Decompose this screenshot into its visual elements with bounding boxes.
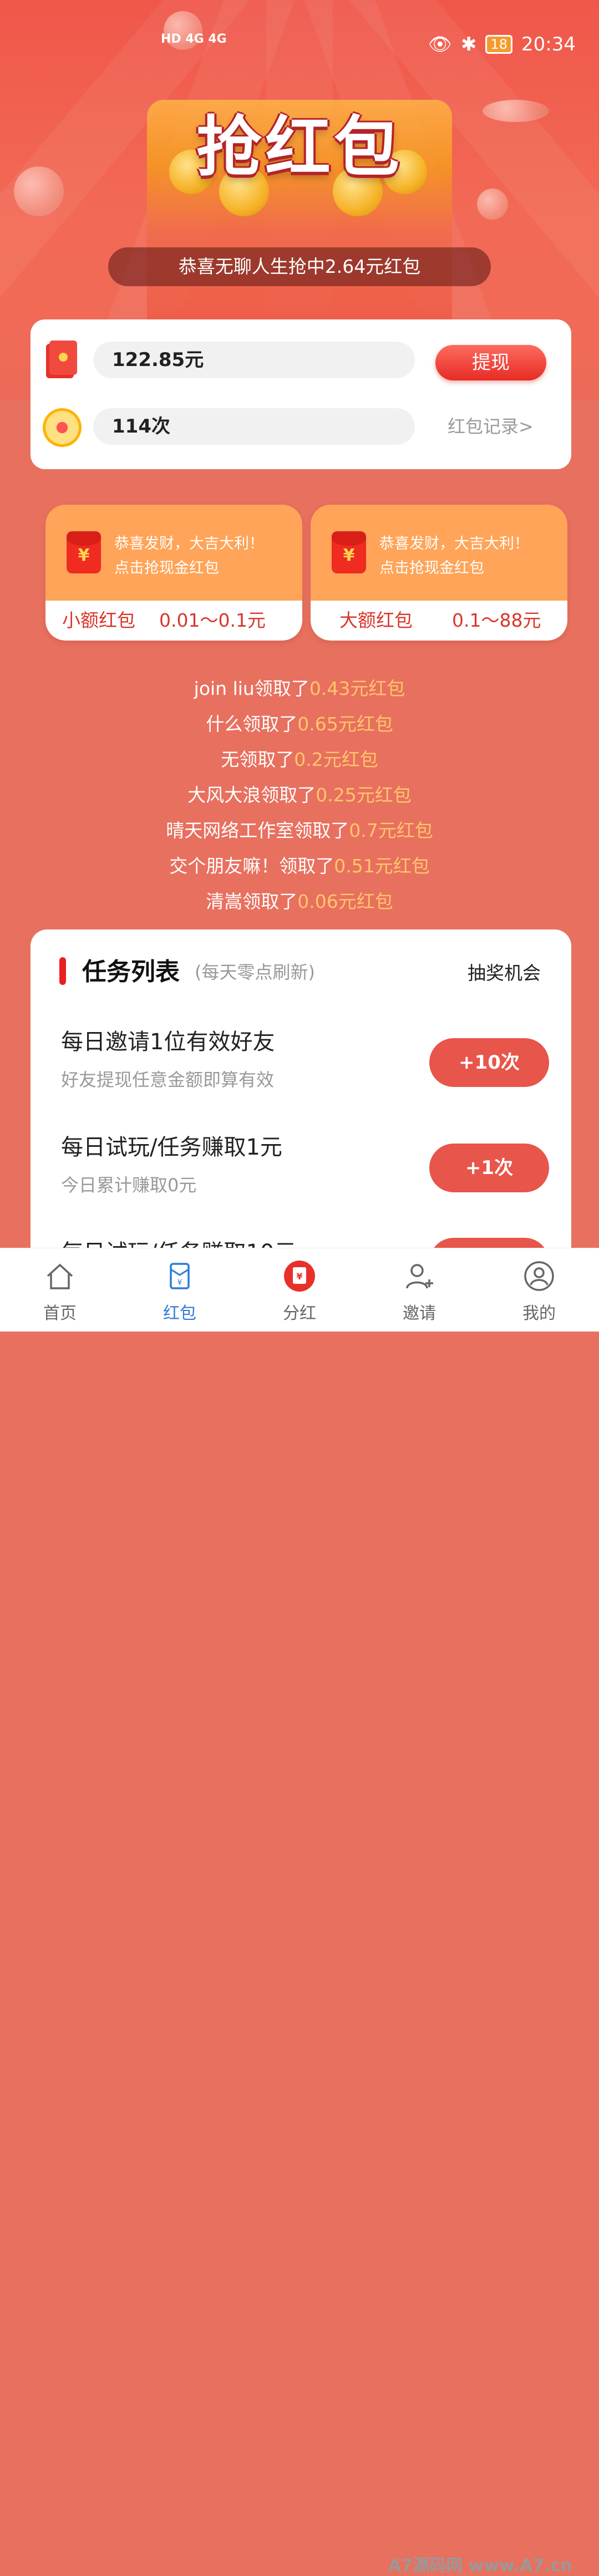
lucky-wheel-icon: [43, 408, 82, 447]
feed-item: join liu领取了0.43元红包: [0, 671, 599, 707]
packet-footer: 大额红包 0.1～88元: [311, 601, 567, 641]
hero-title-text: 抢红包: [196, 109, 403, 185]
task-desc: 今日累计赚取0元: [61, 1175, 197, 1196]
svg-text:¥: ¥: [177, 1278, 182, 1287]
task-list-title: 任务列表: [82, 958, 180, 986]
withdraw-button[interactable]: 提现: [435, 345, 546, 380]
winner-notice: 恭喜无聊人生抢中2.64元红包: [108, 247, 491, 286]
feed-user: 清嵩领取了: [206, 891, 298, 912]
packet-action: 点击抢现金红包: [379, 560, 484, 577]
task-list-card: 任务列表 (每天零点刷新) 抽奖机会 每日邀请1位有效好友 好友提现任意金额即算…: [31, 929, 571, 1262]
tab-label: 首页: [43, 1304, 77, 1323]
bluetooth-icon: ✱: [460, 33, 477, 55]
feed-amount: 0.25元红包: [316, 784, 412, 806]
packet-greeting: 恭喜发财，大吉大利！: [379, 535, 529, 552]
red-packet-icon: ¥: [170, 1263, 190, 1289]
tab-label: 红包: [163, 1304, 196, 1323]
packet-name: 大额红包: [339, 609, 413, 631]
feed-amount: 0.2元红包: [294, 749, 378, 770]
tab-dividend[interactable]: ¥ 分红: [240, 1248, 359, 1332]
packet-footer: 小额红包 0.01～0.1元: [45, 601, 302, 641]
task-title: 每日邀请1位有效好友: [61, 1029, 275, 1055]
eye-icon: 👁: [428, 33, 452, 55]
signal-indicator: HD 4G 4G: [161, 32, 227, 46]
decor-coin: [14, 166, 64, 216]
bottom-tab-bar: 首页 ¥ 红包 ¥ 分红 邀请 我的 A7源码网 www.A7.cn: [0, 1248, 599, 2575]
feed-amount: 0.43元红包: [309, 678, 405, 699]
status-right: 👁 ✱ 18 20:34: [428, 33, 576, 55]
feed-user: 交个朋友嘛！领取了: [169, 855, 334, 877]
task-reward-button[interactable]: +10次: [429, 1038, 549, 1087]
claim-feed: join liu领取了0.43元红包 什么领取了0.65元红包 无领取了0.2元…: [0, 671, 599, 919]
task-reward-button[interactable]: +1次: [429, 1144, 549, 1192]
lottery-chance-label: 抽奖机会: [468, 962, 541, 984]
task-title: 每日试玩/任务赚取1元: [61, 1135, 282, 1160]
packet-range: 0.1～88元: [452, 609, 541, 631]
tab-profile[interactable]: 我的: [479, 1248, 599, 1332]
feed-item: 清嵩领取了0.06元红包: [0, 884, 599, 919]
dividend-icon: ¥: [284, 1261, 315, 1292]
packet-action: 点击抢现金红包: [114, 560, 219, 577]
clock: 20:34: [521, 33, 576, 55]
task-item: 每日邀请1位有效好友 好友提现任意金额即算有效 +10次: [61, 1024, 549, 1101]
feed-amount: 0.7元红包: [349, 820, 433, 841]
decor-coin: [477, 189, 508, 220]
large-red-packet-card[interactable]: ¥ 恭喜发财，大吉大利！ 点击抢现金红包 大额红包 0.1～88元: [311, 505, 567, 641]
tab-home[interactable]: 首页: [0, 1248, 120, 1332]
red-envelope-icon: [46, 341, 77, 378]
battery-indicator: 18: [485, 35, 513, 54]
feed-user: 晴天网络工作室领取了: [166, 820, 349, 841]
tab-red-packet[interactable]: ¥ 红包: [120, 1248, 240, 1332]
feed-item: 交个朋友嘛！领取了0.51元红包: [0, 848, 599, 884]
status-bar: HD 4G 4G 👁 ✱ 18 20:34: [0, 0, 599, 55]
decor-coin: [483, 100, 549, 122]
feed-user: 大风大浪领取了: [187, 784, 316, 806]
tab-label: 分红: [283, 1304, 316, 1323]
red-packet-record-link[interactable]: 红包记录>: [448, 413, 534, 438]
home-icon: [47, 1263, 73, 1289]
feed-user: 什么领取了: [206, 713, 298, 735]
red-packet-icon: ¥: [332, 531, 366, 573]
feed-item: 无领取了0.2元红包: [0, 742, 599, 778]
section-accent-bar: [59, 957, 66, 985]
small-red-packet-card[interactable]: ¥ 恭喜发财，大吉大利！ 点击抢现金红包 小额红包 0.01～0.1元: [45, 505, 302, 641]
red-packet-icon: ¥: [67, 531, 101, 573]
tab-label: 我的: [522, 1304, 556, 1323]
watermark: A7源码网 www.A7.cn: [388, 2556, 572, 2575]
packet-range: 0.01～0.1元: [159, 609, 266, 631]
balance-card: 122.85元 提现 114次 红包记录>: [31, 319, 571, 469]
balance-amount: 122.85元: [93, 342, 415, 378]
task-item: 每日试玩/任务赚取1元 今日累计赚取0元 +1次: [61, 1129, 549, 1207]
tab-label: 邀请: [403, 1304, 436, 1323]
feed-item: 晴天网络工作室领取了0.7元红包: [0, 813, 599, 848]
tab-invite[interactable]: 邀请: [359, 1248, 479, 1332]
feed-user: join liu领取了: [194, 678, 309, 699]
profile-icon: [524, 1261, 554, 1291]
invite-icon: [406, 1264, 433, 1289]
feed-amount: 0.51元红包: [334, 855, 430, 877]
svg-text:¥: ¥: [296, 1271, 302, 1282]
feed-amount: 0.65元红包: [297, 713, 393, 735]
packet-name: 小额红包: [62, 609, 135, 631]
hero-title: 抢红包: [172, 105, 427, 189]
packet-greeting: 恭喜发财，大吉大利！: [114, 535, 264, 552]
feed-item: 大风大浪领取了0.25元红包: [0, 778, 599, 813]
feed-item: 什么领取了0.65元红包: [0, 707, 599, 742]
task-list-subtitle: (每天零点刷新): [195, 962, 315, 983]
feed-user: 无领取了: [221, 749, 295, 770]
task-desc: 好友提现任意金额即算有效: [61, 1069, 275, 1090]
draw-chances: 114次: [93, 408, 415, 445]
feed-amount: 0.06元红包: [297, 891, 393, 912]
